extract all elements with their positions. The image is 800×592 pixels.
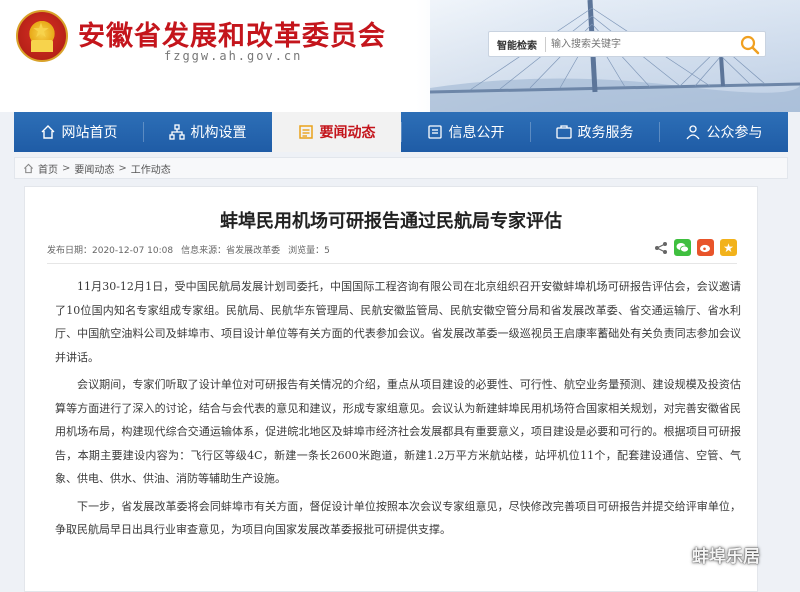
breadcrumb-home[interactable]: 首页 <box>38 161 58 176</box>
news-icon <box>298 125 313 139</box>
nav-item-news[interactable]: 要闻动态 <box>272 112 401 152</box>
breadcrumb-news[interactable]: 要闻动态 <box>74 161 114 176</box>
article-paragraph: 会议期间，专家们听取了设计单位对可研报告有关情况的介绍，重点从项目建设的必要性、… <box>55 378 741 485</box>
info-source: 信息来源：省发展改革委 <box>181 246 281 256</box>
search-box: 智能检索 <box>488 31 766 57</box>
home-icon <box>23 163 34 173</box>
breadcrumb-work-news[interactable]: 工作动态 <box>131 161 171 176</box>
people-icon <box>685 125 700 140</box>
view-count: 浏览量：5 <box>288 246 330 256</box>
main-nav: 网站首页 机构设置 要闻动态 信息公开 政务服务 公众参与 <box>14 112 788 152</box>
nav-item-label: 机构设置 <box>190 125 247 141</box>
share-icon[interactable] <box>654 241 668 255</box>
service-icon <box>555 125 572 139</box>
article-body: 11月30-12月1日，受中国民航局发展计划司委托，中国国际工程咨询有限公司在北… <box>55 275 741 546</box>
org-icon <box>168 124 185 140</box>
nav-item-label: 信息公开 <box>448 125 505 141</box>
breadcrumb-separator: > <box>62 162 71 174</box>
site-header: ★ 安徽省发展和改革委员会 fzggw.ah.gov.cn 智能检索 <box>0 0 800 112</box>
site-domain: fzggw.ah.gov.cn <box>164 49 303 63</box>
search-label: 智能检索 <box>497 41 537 52</box>
qzone-icon[interactable]: ★ <box>720 239 737 256</box>
nav-item-organization[interactable]: 机构设置 <box>143 112 272 152</box>
watermark-text: 蚌埠乐居 <box>692 547 760 567</box>
info-icon <box>427 125 442 139</box>
article-paragraph: 11月30-12月1日，受中国民航局发展计划司委托，中国国际工程咨询有限公司在北… <box>55 280 741 364</box>
article-meta: 发布日期：2020-12-07 10:08 信息来源：省发展改革委 浏览量：5 <box>47 243 330 256</box>
nav-item-public[interactable]: 公众参与 <box>659 112 788 152</box>
article-paragraph: 下一步，省发展改革委将会同蚌埠市有关方面，督促设计单位按照本次会议专家组意见，尽… <box>55 499 741 537</box>
weibo-icon[interactable] <box>697 239 714 256</box>
search-input[interactable] <box>551 35 731 54</box>
breadcrumb-separator: > <box>118 162 127 174</box>
nav-item-label: 网站首页 <box>61 125 118 141</box>
search-icon[interactable] <box>739 34 761 55</box>
site-title[interactable]: 安徽省发展和改革委员会 <box>78 14 386 53</box>
national-emblem-icon: ★ <box>16 10 68 62</box>
article-panel: 蚌埠民用机场可研报告通过民航局专家评估 发布日期：2020-12-07 10:0… <box>24 186 758 592</box>
share-bar: ★ <box>654 239 737 256</box>
home-icon <box>41 125 54 139</box>
watermark: 蚌埠乐居 <box>668 542 760 567</box>
nav-item-info[interactable]: 信息公开 <box>401 112 530 152</box>
breadcrumb: 首页 > 要闻动态 > 工作动态 <box>14 157 788 179</box>
publish-time: 发布日期：2020-12-07 10:08 <box>47 246 174 256</box>
wechat-icon[interactable] <box>674 239 691 256</box>
meta-divider <box>47 263 737 264</box>
nav-item-label: 要闻动态 <box>319 125 376 141</box>
nav-item-service[interactable]: 政务服务 <box>530 112 659 152</box>
article-title: 蚌埠民用机场可研报告通过民航局专家评估 <box>220 211 562 232</box>
nav-item-label: 政务服务 <box>577 125 634 141</box>
wechat-watermark-icon <box>668 546 688 563</box>
nav-item-label: 公众参与 <box>706 125 763 141</box>
nav-item-home[interactable]: 网站首页 <box>14 112 143 152</box>
search-separator <box>545 37 546 52</box>
